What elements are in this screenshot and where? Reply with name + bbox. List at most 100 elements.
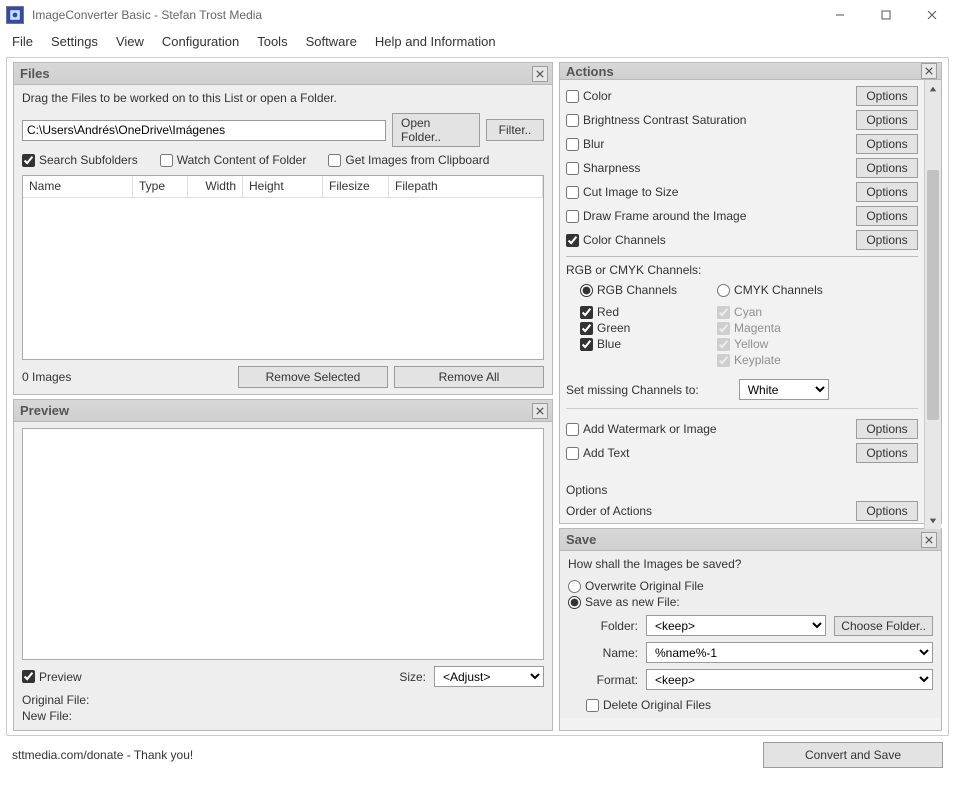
maximize-button[interactable] <box>863 0 909 30</box>
save-name-select[interactable]: %name%-1 <box>646 642 933 663</box>
save-panel-title: Save <box>566 532 596 547</box>
action-bcs-label: Brightness Contrast Saturation <box>583 113 746 127</box>
action-color-checkbox[interactable] <box>566 90 579 103</box>
saveas-label: Save as new File: <box>585 595 680 609</box>
action-bcs-options[interactable]: Options <box>856 110 918 130</box>
col-filesize[interactable]: Filesize <box>323 176 389 197</box>
scroll-down-icon[interactable] <box>925 512 941 529</box>
overwrite-radio[interactable] <box>568 580 581 593</box>
order-options[interactable]: Options <box>856 501 918 521</box>
yellow-checkbox <box>717 338 730 351</box>
file-table[interactable]: Name Type Width Height Filesize Filepath <box>22 175 544 360</box>
watermark-label: Add Watermark or Image <box>583 422 717 436</box>
files-panel-close-icon[interactable] <box>532 66 548 82</box>
remove-all-button[interactable]: Remove All <box>394 366 544 388</box>
action-blur-options[interactable]: Options <box>856 134 918 154</box>
scroll-up-icon[interactable] <box>925 80 941 97</box>
preview-panel-close-icon[interactable] <box>532 403 548 419</box>
convert-and-save-button[interactable]: Convert and Save <box>763 742 943 768</box>
col-name[interactable]: Name <box>23 176 133 197</box>
filter-button[interactable]: Filter.. <box>486 119 544 141</box>
preview-size-select[interactable]: <Adjust> <box>434 666 544 687</box>
delete-original-label: Delete Original Files <box>603 698 711 712</box>
search-subfolders-label: Search Subfolders <box>39 153 138 167</box>
titlebar: ImageConverter Basic - Stefan Trost Medi… <box>0 0 955 30</box>
preview-checkbox[interactable] <box>22 670 35 683</box>
choose-folder-button[interactable]: Choose Folder.. <box>834 616 933 636</box>
action-channels-checkbox[interactable] <box>566 234 579 247</box>
watermark-options[interactable]: Options <box>856 419 918 439</box>
menu-file[interactable]: File <box>12 34 33 49</box>
remove-selected-button[interactable]: Remove Selected <box>238 366 388 388</box>
saveas-radio[interactable] <box>568 596 581 609</box>
save-folder-select[interactable]: <keep> <box>646 615 826 636</box>
cmyk-radio[interactable] <box>717 284 730 297</box>
action-frame-checkbox[interactable] <box>566 210 579 223</box>
col-width[interactable]: Width <box>188 176 243 197</box>
magenta-label: Magenta <box>734 321 781 335</box>
addtext-label: Add Text <box>583 446 629 460</box>
action-cut-label: Cut Image to Size <box>583 185 678 199</box>
rgb-radio[interactable] <box>580 284 593 297</box>
cyan-label: Cyan <box>734 305 762 319</box>
action-blur-label: Blur <box>583 137 604 151</box>
preview-original-label: Original File: <box>22 693 544 709</box>
action-cut-options[interactable]: Options <box>856 182 918 202</box>
status-bar: sttmedia.com/donate - Thank you! Convert… <box>0 736 955 774</box>
red-checkbox[interactable] <box>580 306 593 319</box>
action-sharpness-options[interactable]: Options <box>856 158 918 178</box>
save-panel: Save How shall the Images be saved? Over… <box>559 528 942 731</box>
green-checkbox[interactable] <box>580 322 593 335</box>
search-subfolders-checkbox[interactable] <box>22 154 35 167</box>
missing-channels-label: Set missing Channels to: <box>566 383 699 397</box>
cmyk-label: CMYK Channels <box>734 283 823 297</box>
scroll-thumb[interactable] <box>927 170 939 420</box>
action-color-options[interactable]: Options <box>856 86 918 106</box>
menu-tools[interactable]: Tools <box>257 34 287 49</box>
app-icon <box>6 6 24 24</box>
open-folder-button[interactable]: Open Folder.. <box>392 113 480 147</box>
preview-panel-title: Preview <box>20 403 69 418</box>
save-format-select[interactable]: <keep> <box>646 669 933 690</box>
watermark-checkbox[interactable] <box>566 423 579 436</box>
options-header: Options <box>566 483 918 497</box>
action-cut-checkbox[interactable] <box>566 186 579 199</box>
col-filepath[interactable]: Filepath <box>389 176 543 197</box>
menu-software[interactable]: Software <box>306 34 357 49</box>
minimize-button[interactable] <box>817 0 863 30</box>
menu-configuration[interactable]: Configuration <box>162 34 239 49</box>
folder-path-input[interactable] <box>22 120 386 141</box>
channels-group: RGB or CMYK Channels: RGB Channels Red G… <box>566 256 918 400</box>
addtext-options[interactable]: Options <box>856 443 918 463</box>
actions-panel-close-icon[interactable] <box>921 63 937 79</box>
action-frame-options[interactable]: Options <box>856 206 918 226</box>
action-channels-options[interactable]: Options <box>856 230 918 250</box>
save-panel-close-icon[interactable] <box>921 532 937 548</box>
preview-size-label: Size: <box>399 670 426 684</box>
clipboard-checkbox[interactable] <box>328 154 341 167</box>
action-blur-checkbox[interactable] <box>566 138 579 151</box>
action-bcs-checkbox[interactable] <box>566 114 579 127</box>
menu-view[interactable]: View <box>116 34 144 49</box>
menu-settings[interactable]: Settings <box>51 34 98 49</box>
addtext-checkbox[interactable] <box>566 447 579 460</box>
col-height[interactable]: Height <box>243 176 323 197</box>
watch-folder-checkbox[interactable] <box>160 154 173 167</box>
missing-channels-select[interactable]: White <box>739 379 829 400</box>
blue-checkbox[interactable] <box>580 338 593 351</box>
menu-help[interactable]: Help and Information <box>375 34 496 49</box>
col-type[interactable]: Type <box>133 176 188 197</box>
close-button[interactable] <box>909 0 955 30</box>
keyplate-label: Keyplate <box>734 353 781 367</box>
action-color-label: Color <box>583 89 612 103</box>
menubar: File Settings View Configuration Tools S… <box>0 30 955 55</box>
keyplate-checkbox <box>717 354 730 367</box>
actions-scrollbar[interactable] <box>924 80 941 529</box>
files-panel-title: Files <box>20 66 50 81</box>
delete-original-checkbox[interactable] <box>586 699 599 712</box>
red-label: Red <box>597 305 619 319</box>
order-of-actions-label: Order of Actions <box>566 504 652 518</box>
action-sharpness-checkbox[interactable] <box>566 162 579 175</box>
channels-header: RGB or CMYK Channels: <box>566 263 918 277</box>
action-frame-label: Draw Frame around the Image <box>583 209 746 223</box>
